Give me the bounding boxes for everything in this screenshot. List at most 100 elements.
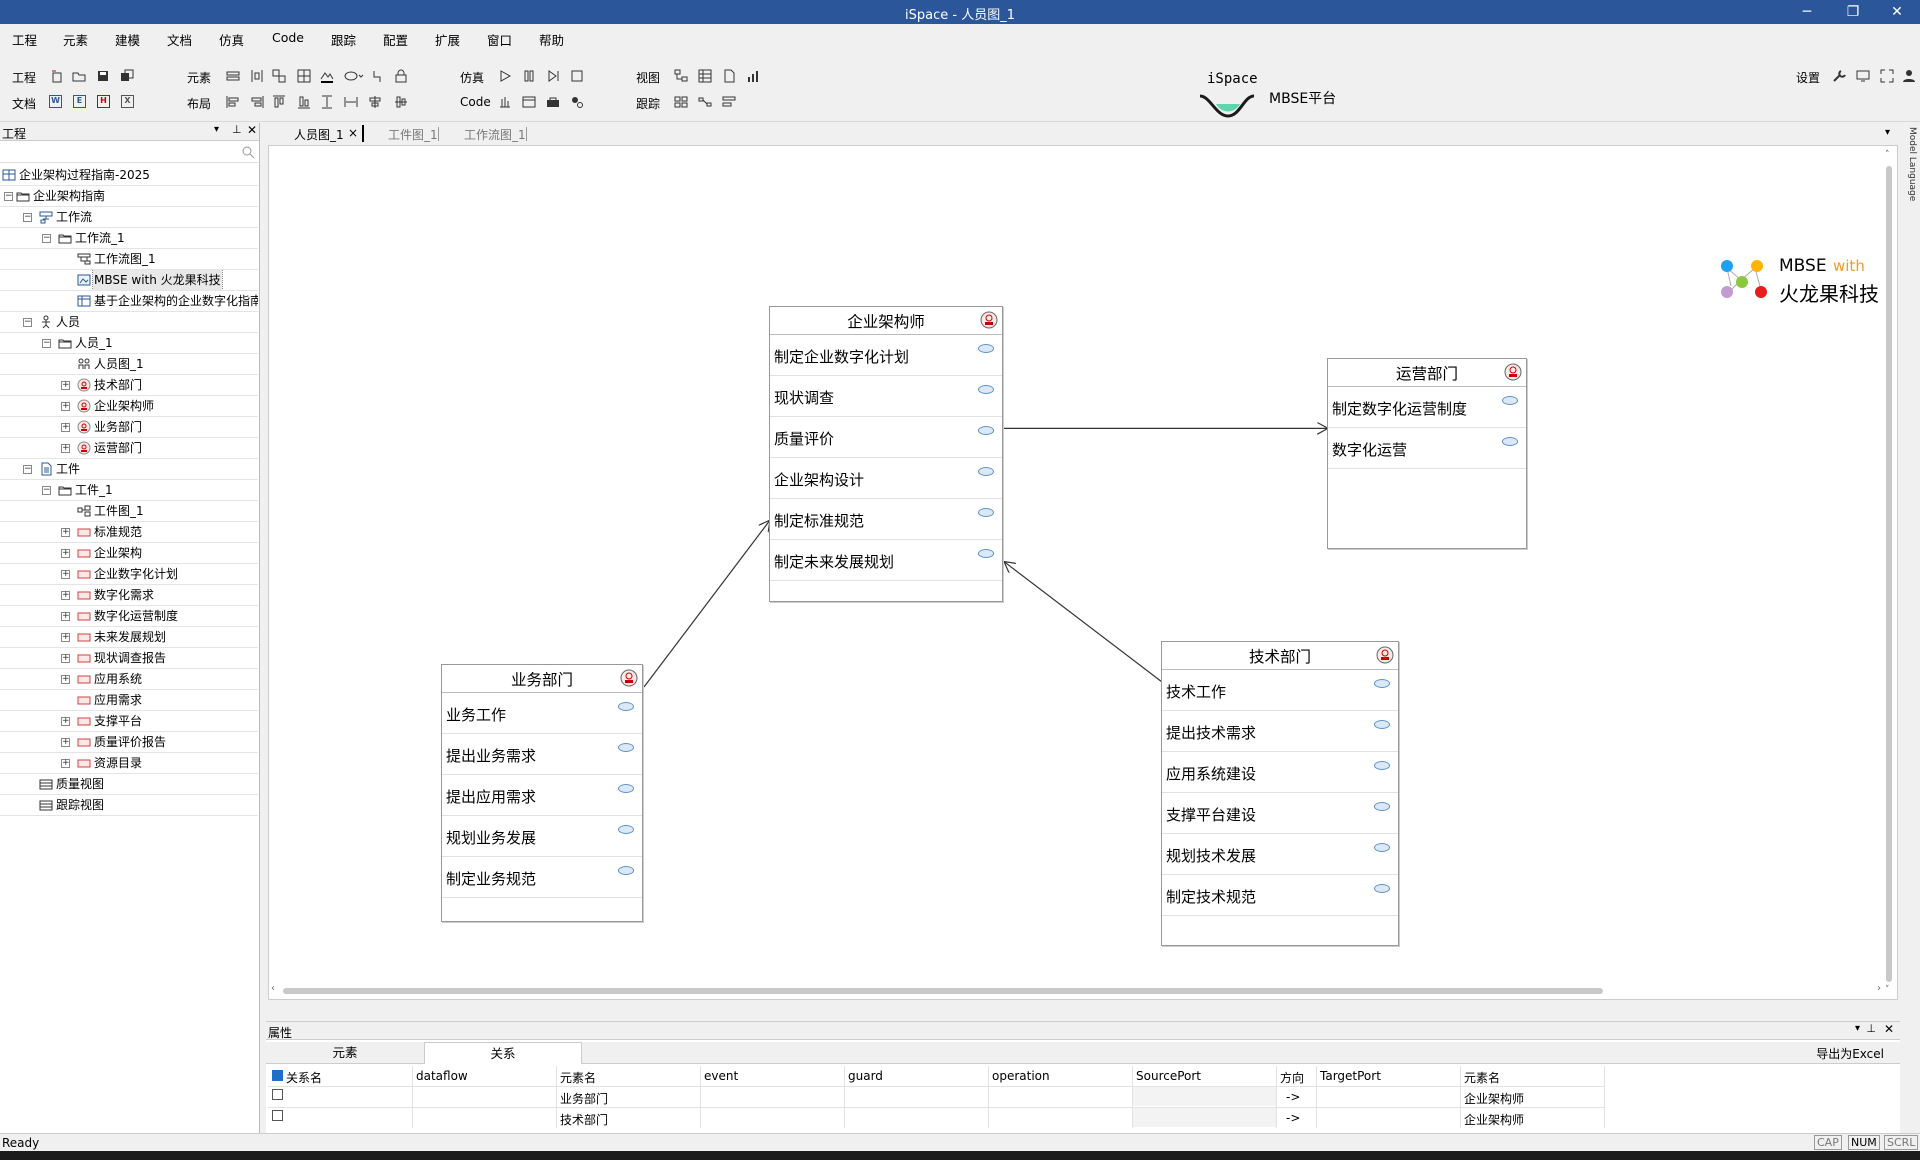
scroll-left-icon[interactable]: ‹: [271, 983, 275, 994]
expand-icon[interactable]: +: [61, 759, 70, 768]
menu-trace[interactable]: 跟踪: [331, 30, 356, 49]
stop-icon[interactable]: [570, 69, 584, 83]
lock-icon[interactable]: [394, 69, 408, 83]
expand-icon[interactable]: +: [61, 612, 70, 621]
tree-item[interactable]: + 企业架构: [0, 543, 258, 564]
collapse-icon[interactable]: −: [23, 318, 32, 327]
connector-icon[interactable]: [371, 69, 385, 83]
code-window-icon[interactable]: [522, 95, 536, 109]
tree-item[interactable]: + 企业架构师: [0, 396, 258, 417]
group-icon[interactable]: [272, 69, 286, 83]
expand-icon[interactable]: +: [61, 528, 70, 537]
port-icon[interactable]: [978, 385, 994, 394]
tree-item[interactable]: + 企业数字化计划: [0, 564, 258, 585]
node-row[interactable]: 制定业务规范: [442, 857, 642, 898]
tree-item[interactable]: 跟踪视图: [0, 795, 258, 816]
tree-item[interactable]: + 应用系统: [0, 669, 258, 690]
model-language-label[interactable]: Model Language: [1905, 127, 1917, 201]
word-export-icon[interactable]: W: [49, 95, 62, 108]
port-icon[interactable]: [1374, 720, 1390, 729]
trace-link-icon[interactable]: [698, 95, 712, 109]
port-icon[interactable]: [1374, 843, 1390, 852]
tab-people-diagram[interactable]: 人员图_1: [294, 126, 344, 143]
port-icon[interactable]: [978, 426, 994, 435]
expand-icon[interactable]: +: [61, 402, 70, 411]
align-icon[interactable]: [226, 69, 240, 83]
tab-relations[interactable]: 关系: [424, 1042, 582, 1064]
port-icon[interactable]: [618, 743, 634, 752]
node-tech-dept[interactable]: 技术部门 技术工作 提出技术需求 应用系统建设 支撑平台建设 规划技术发展 制定…: [1161, 641, 1399, 946]
node-row[interactable]: 规划技术发展: [1162, 834, 1398, 875]
tree-item[interactable]: + 技术部门: [0, 375, 258, 396]
relationship-edge[interactable]: [1004, 562, 1163, 683]
panel-dropdown-icon[interactable]: ▾: [1855, 1023, 1860, 1034]
tree-item[interactable]: − 工件: [0, 459, 258, 480]
port-icon[interactable]: [978, 508, 994, 517]
expand-icon[interactable]: +: [61, 591, 70, 600]
restore-button[interactable]: ❐: [1830, 0, 1876, 24]
row-checkbox[interactable]: [272, 1110, 283, 1121]
collapse-icon[interactable]: −: [23, 465, 32, 474]
node-row[interactable]: 制定技术规范: [1162, 875, 1398, 916]
port-icon[interactable]: [1374, 802, 1390, 811]
view-doc-icon[interactable]: [722, 69, 736, 83]
table-cell[interactable]: 业务部门: [560, 1090, 608, 1107]
port-icon[interactable]: [618, 866, 634, 875]
port-icon[interactable]: [1374, 884, 1390, 893]
html-export-icon[interactable]: H: [97, 95, 110, 108]
tree-item[interactable]: + 运营部门: [0, 438, 258, 459]
same-height-icon[interactable]: [320, 95, 334, 109]
port-icon[interactable]: [1502, 396, 1518, 405]
view-table-icon[interactable]: [698, 69, 712, 83]
node-row[interactable]: 提出技术需求: [1162, 711, 1398, 752]
collapse-icon[interactable]: −: [4, 192, 13, 201]
pin-icon[interactable]: ⊥: [232, 123, 242, 136]
node-row[interactable]: 制定企业数字化计划: [770, 335, 1002, 376]
tree-item[interactable]: + 标准规范: [0, 522, 258, 543]
node-row[interactable]: 业务工作: [442, 693, 642, 734]
menu-simulate[interactable]: 仿真: [219, 30, 244, 49]
expand-icon[interactable]: +: [61, 549, 70, 558]
node-row[interactable]: 制定标准规范: [770, 499, 1002, 540]
column-header[interactable]: 元素名: [560, 1069, 596, 1086]
play-icon[interactable]: [498, 69, 512, 83]
table-cell[interactable]: 企业架构师: [1464, 1111, 1524, 1128]
table-cell[interactable]: 企业架构师: [1464, 1090, 1524, 1107]
expand-icon[interactable]: +: [61, 717, 70, 726]
node-row[interactable]: 质量评价: [770, 417, 1002, 458]
tree-item[interactable]: − 工作流_1: [0, 228, 258, 249]
tree-item[interactable]: 质量视图: [0, 774, 258, 795]
select-all-checkbox[interactable]: [272, 1070, 283, 1081]
open-folder-icon[interactable]: [72, 69, 86, 83]
settings-label[interactable]: 设置: [1796, 69, 1820, 86]
export-excel-button[interactable]: 导出为Excel: [1816, 1045, 1884, 1062]
tab-artifact-diagram[interactable]: 工件图_1: [388, 126, 438, 143]
tree-item[interactable]: + 现状调查报告: [0, 648, 258, 669]
node-row[interactable]: 支撑平台建设: [1162, 793, 1398, 834]
panel-close-icon[interactable]: ✕: [247, 123, 257, 137]
tree-item[interactable]: − 企业架构指南: [0, 186, 258, 207]
grid-toggle-icon[interactable]: [297, 69, 311, 83]
table-cell[interactable]: ->: [1286, 1090, 1300, 1104]
port-icon[interactable]: [978, 344, 994, 353]
view-tree-icon[interactable]: [674, 69, 688, 83]
save-icon[interactable]: [96, 69, 110, 83]
align-right-icon[interactable]: [250, 95, 264, 109]
port-icon[interactable]: [1374, 679, 1390, 688]
fullscreen-icon[interactable]: [1880, 69, 1894, 83]
user-icon[interactable]: [1902, 69, 1916, 83]
panel-dropdown-icon[interactable]: ▾: [214, 124, 219, 135]
tree-item[interactable]: + 未来发展规划: [0, 627, 258, 648]
tree-item[interactable]: + 数字化需求: [0, 585, 258, 606]
same-width-icon[interactable]: [344, 95, 358, 109]
node-row[interactable]: 提出业务需求: [442, 734, 642, 775]
line-color-icon[interactable]: [320, 69, 334, 83]
center-vertical-icon[interactable]: [394, 95, 408, 109]
node-row[interactable]: 企业架构设计: [770, 458, 1002, 499]
column-header[interactable]: dataflow: [416, 1069, 468, 1083]
menu-config[interactable]: 配置: [383, 30, 408, 49]
menu-element[interactable]: 元素: [63, 30, 88, 49]
collapse-icon[interactable]: −: [42, 339, 51, 348]
xml-export-icon[interactable]: X: [121, 95, 134, 108]
tree-item[interactable]: + 数字化运营制度: [0, 606, 258, 627]
